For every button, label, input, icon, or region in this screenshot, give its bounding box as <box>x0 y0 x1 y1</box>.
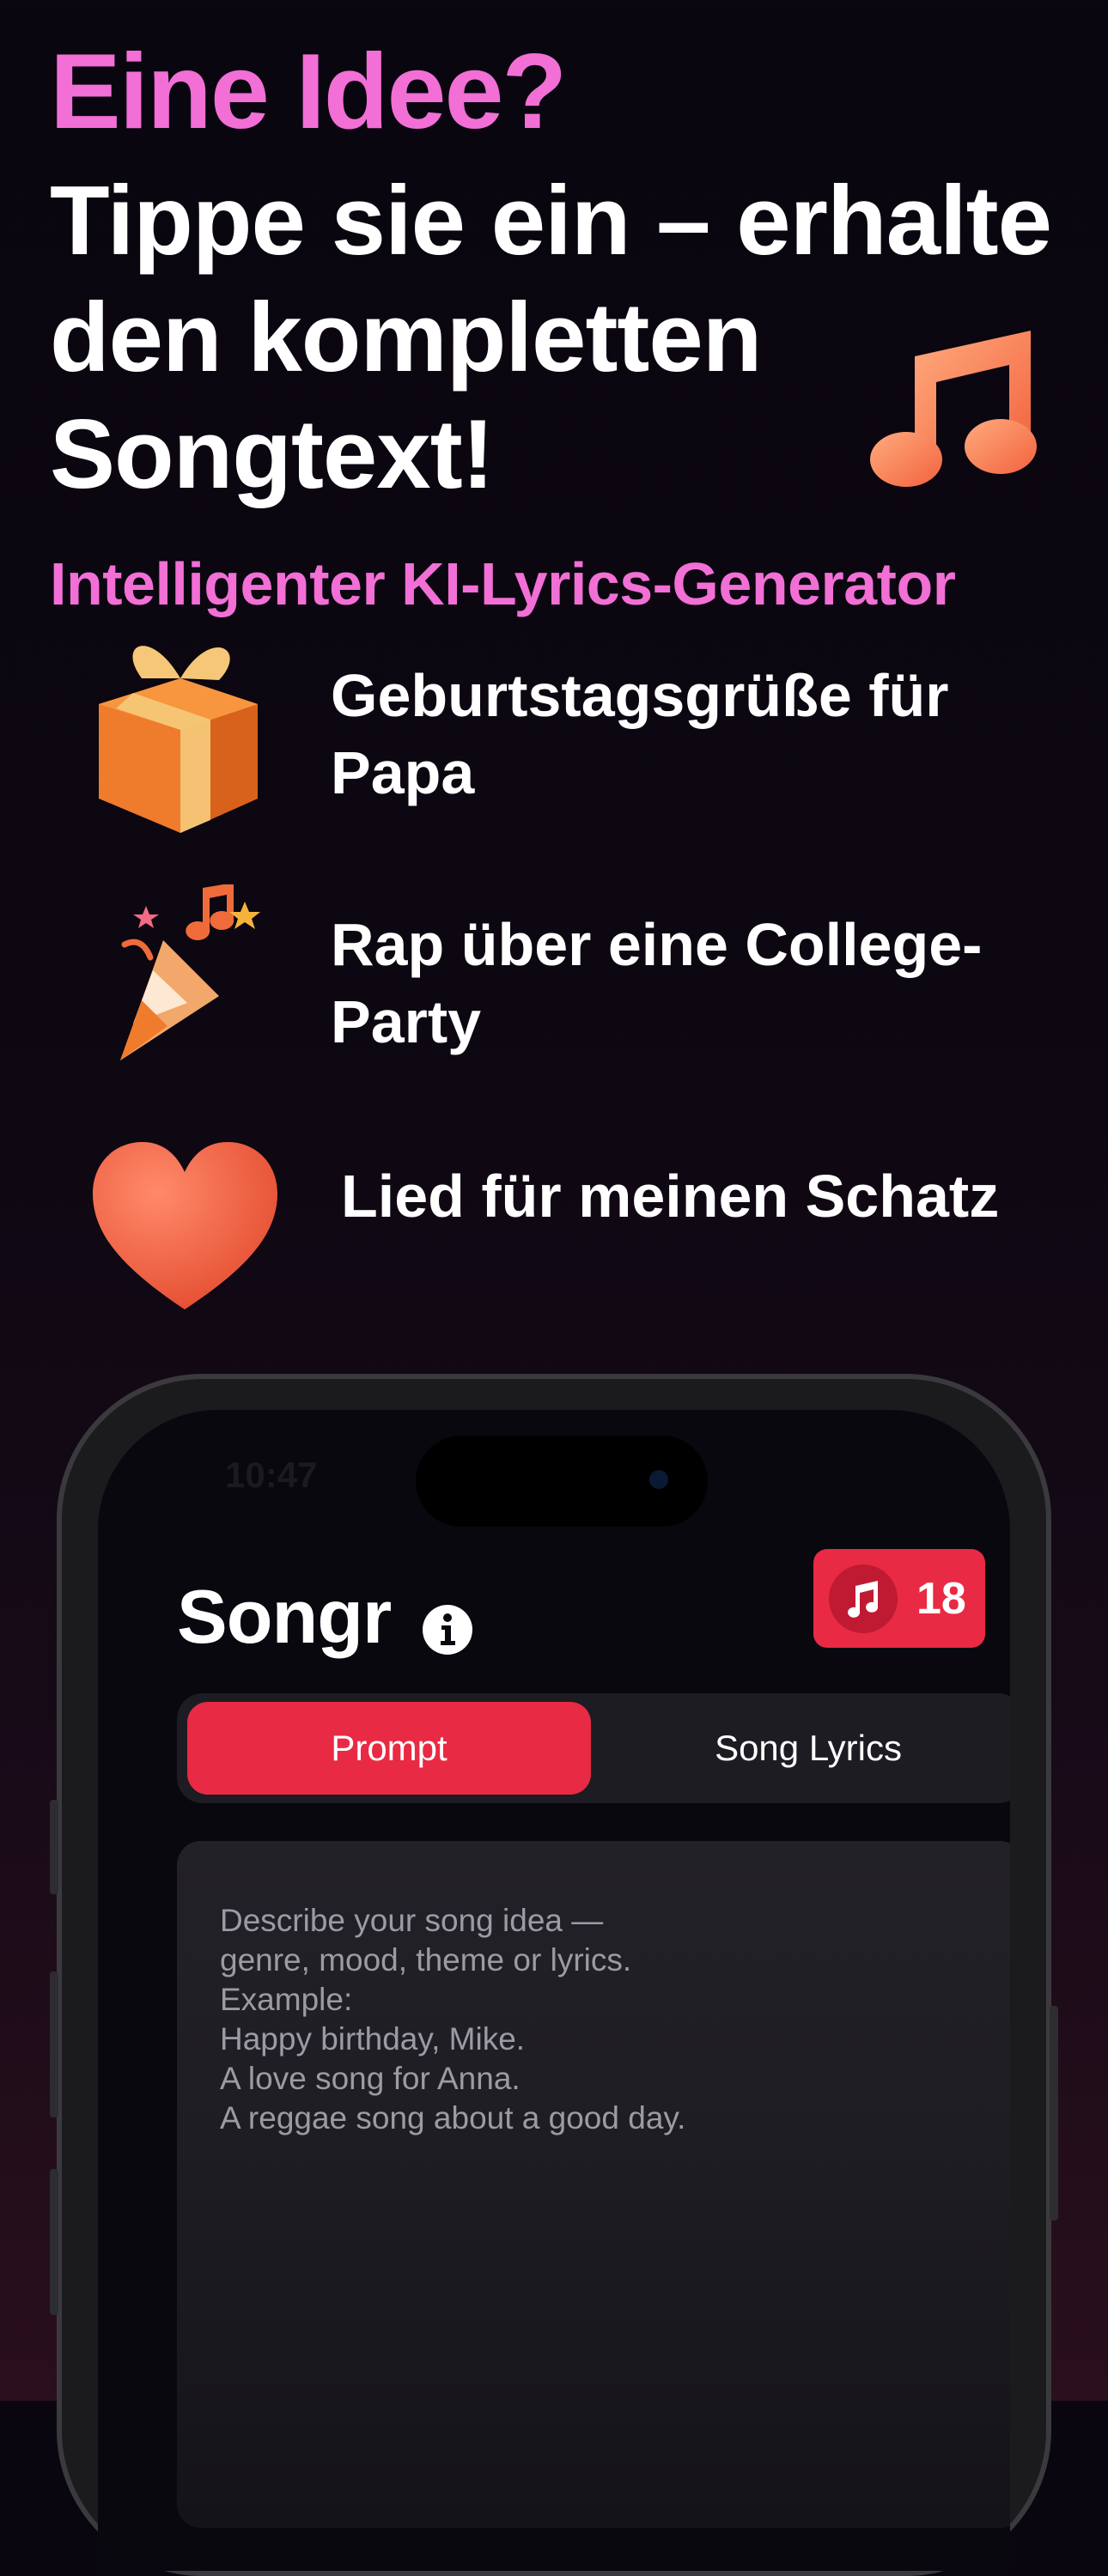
mode-segmented-control: Prompt Song Lyrics <box>177 1693 1010 1803</box>
party-popper-icon <box>120 884 260 1060</box>
info-icon[interactable] <box>421 1603 474 1656</box>
subtitle: Intelligenter KI-Lyrics-Generator <box>50 550 956 617</box>
credits-badge[interactable]: 18 <box>813 1549 985 1648</box>
prompt-input[interactable]: Describe your song idea — genre, mood, t… <box>177 1841 1010 2528</box>
example-text: Rap über eine College-Party <box>331 911 983 1055</box>
tab-prompt[interactable]: Prompt <box>187 1702 591 1795</box>
camera-icon <box>649 1470 668 1489</box>
example-text: Geburtstagsgrüße für Papa <box>331 662 949 806</box>
phone-mockup: 10:47 Songr 18 Prompt Song Lyrics Descri… <box>50 1374 1058 2576</box>
app-screen: 10:47 Songr 18 Prompt Song Lyrics Descri… <box>98 1410 1010 2571</box>
phone-side-button <box>50 2169 58 2315</box>
tab-song-lyrics[interactable]: Song Lyrics <box>603 1702 1010 1795</box>
status-time: 10:47 <box>225 1455 318 1495</box>
heart-icon <box>93 1142 277 1309</box>
music-note-icon <box>870 331 1037 487</box>
gift-icon <box>99 646 258 833</box>
example-text: Lied für meinen Schatz <box>341 1163 1000 1230</box>
phone-side-button <box>1050 2006 1058 2221</box>
phone-side-button <box>50 1800 58 1894</box>
phone-side-button <box>50 1971 58 2117</box>
credits-count: 18 <box>916 1573 966 1624</box>
hero-heading: Eine Idee? <box>50 33 567 151</box>
dynamic-island <box>416 1436 708 1527</box>
prompt-placeholder: Describe your song idea — genre, mood, t… <box>220 1903 686 2136</box>
music-note-badge-icon <box>829 1564 898 1633</box>
app-title: Songr <box>177 1574 392 1659</box>
